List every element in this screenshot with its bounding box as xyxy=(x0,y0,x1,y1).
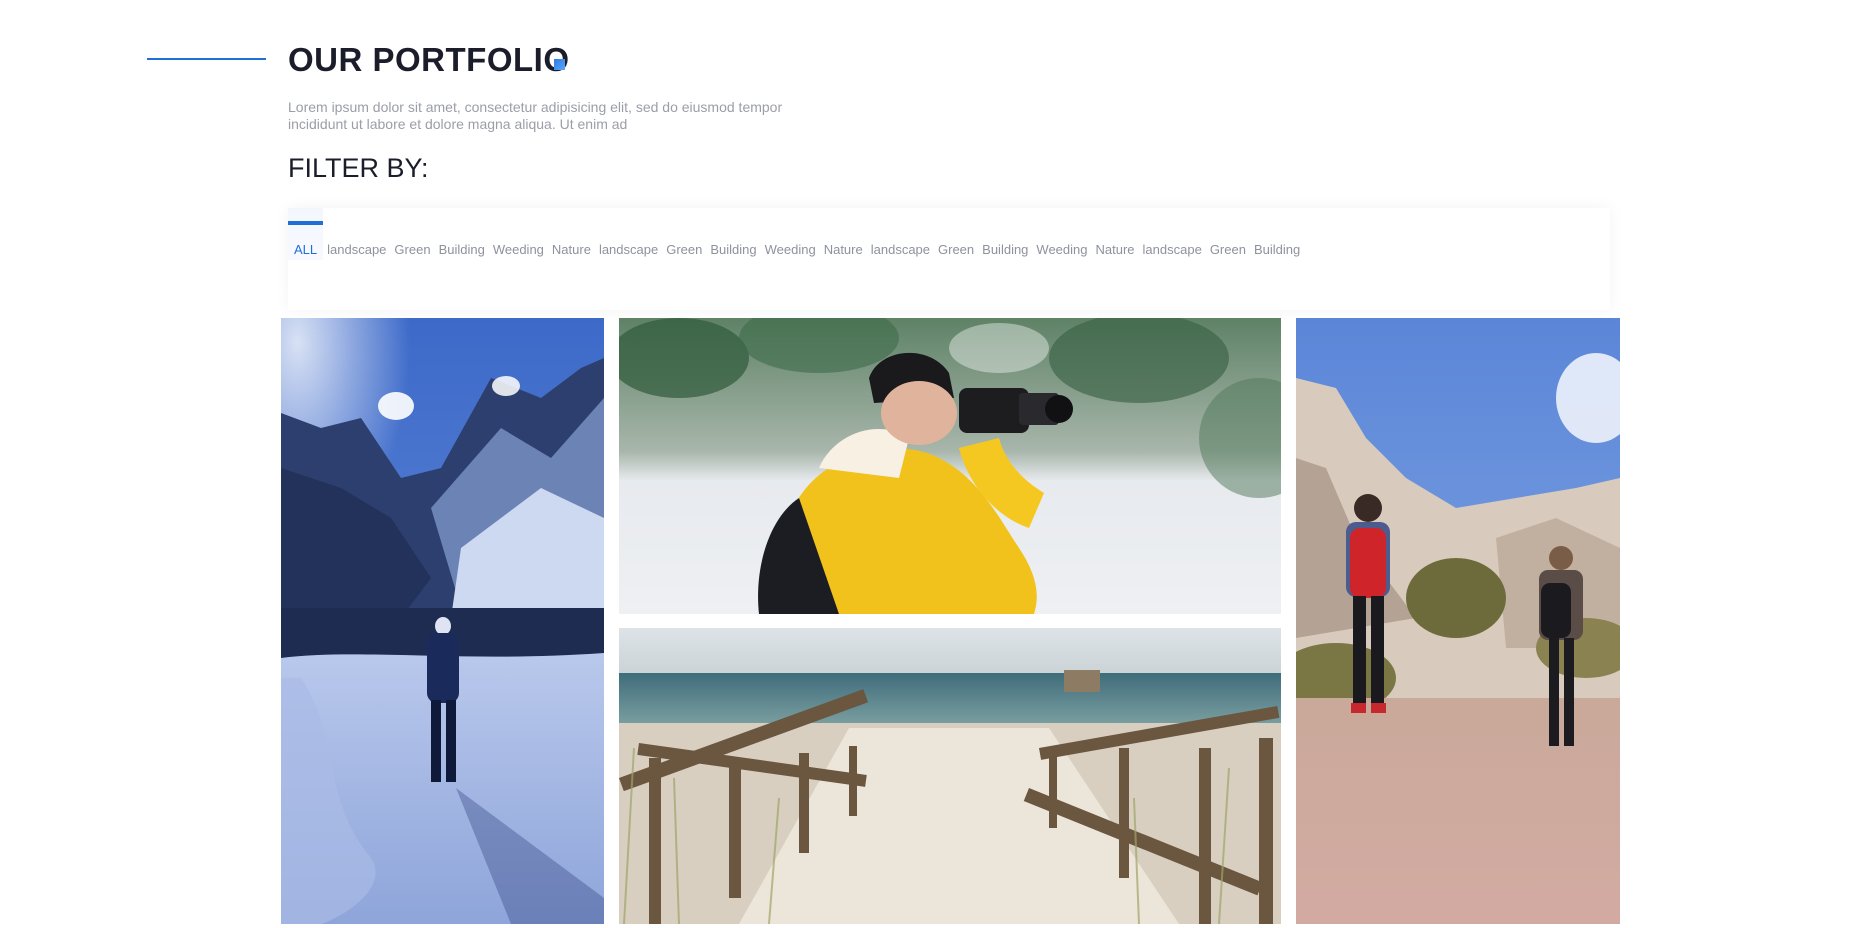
beach-boardwalk-photo[interactable] xyxy=(619,628,1281,924)
snowy-mountain-lake-hiker-photo[interactable] xyxy=(281,318,604,924)
filter-item-landscape[interactable]: landscape xyxy=(595,208,662,260)
filter-item-green[interactable]: Green xyxy=(934,208,978,260)
filter-item-landscape[interactable]: landscape xyxy=(1139,208,1206,260)
photographer-yellow-jacket-photo[interactable] xyxy=(619,318,1281,614)
filter-item-building[interactable]: Building xyxy=(435,208,489,260)
filter-item-all[interactable]: ALL xyxy=(288,208,324,260)
filter-item-green[interactable]: Green xyxy=(1206,208,1250,260)
filter-item-weeding[interactable]: Weeding xyxy=(761,208,820,260)
filter-item-landscape[interactable]: landscape xyxy=(867,208,934,260)
filter-heading: FILTER BY: xyxy=(288,153,429,183)
portfolio-page: OUR PORTFOLIO Lorem ipsum dolor sit amet… xyxy=(0,0,1865,928)
filter-item-building[interactable]: Building xyxy=(978,208,1032,260)
filter-item-landscape[interactable]: landscape xyxy=(323,208,390,260)
filter-item-nature[interactable]: Nature xyxy=(820,208,867,260)
title-accent-line xyxy=(147,58,266,60)
page-title: OUR PORTFOLIO xyxy=(288,41,570,78)
filter-item-building[interactable]: Building xyxy=(706,208,760,260)
filter-item-green[interactable]: Green xyxy=(390,208,434,260)
filter-item-green[interactable]: Green xyxy=(662,208,706,260)
filter-item-nature[interactable]: Nature xyxy=(548,208,595,260)
page-subtitle: Lorem ipsum dolor sit amet, consectetur … xyxy=(288,99,783,132)
filter-item-building[interactable]: Building xyxy=(1250,208,1304,260)
filter-item-nature[interactable]: Nature xyxy=(1092,208,1139,260)
filter-bar: ALL landscape Green Building Weeding Nat… xyxy=(288,208,1610,310)
filter-list: ALL landscape Green Building Weeding Nat… xyxy=(288,208,1304,260)
desert-hikers-photo[interactable] xyxy=(1296,318,1620,924)
filter-item-weeding[interactable]: Weeding xyxy=(1032,208,1091,260)
title-accent-square xyxy=(554,59,565,70)
filter-item-weeding[interactable]: Weeding xyxy=(489,208,548,260)
